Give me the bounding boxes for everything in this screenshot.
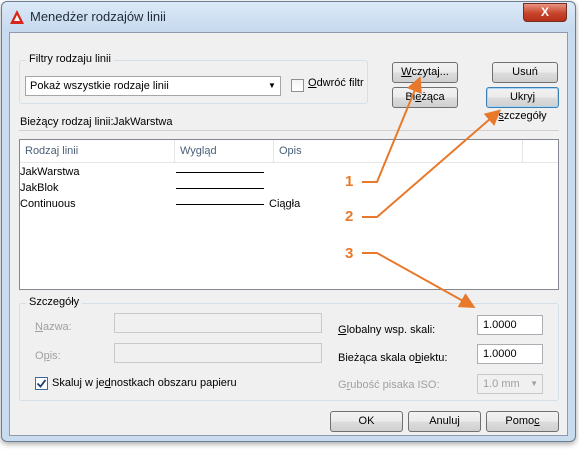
chevron-down-icon: ▼ [268,81,276,90]
description-label: Opis: [35,350,61,362]
callout-2: 2 [345,208,354,225]
autocad-logo-icon [10,10,24,24]
close-button[interactable]: X [523,3,567,22]
iso-pen-width-select[interactable]: 1.0 mm ▼ [477,374,543,394]
description-field[interactable] [114,343,322,363]
object-scale-field[interactable]: 1.0000 [477,344,543,364]
filters-group-label: Filtry rodzaju linii [26,53,114,65]
dialog-body: Filtry rodzaju linii Pokaż wszystkie rod… [9,32,568,436]
details-group-label: Szczegóły [26,296,83,308]
global-scale-label: Globalny wsp. skali: [338,324,436,336]
linetype-description: Ciągła [269,198,301,210]
column-header-linetype[interactable]: Rodzaj linii [20,140,175,163]
object-scale-label: Bieżąca skala obiektu: [338,352,448,364]
check-icon [36,379,47,388]
separator [19,130,559,131]
linetype-filter-combo[interactable]: Pokaż wszystkie rodzaje linii ▼ [25,76,281,96]
name-field[interactable] [114,313,322,333]
global-scale-field[interactable]: 1.0000 [477,315,543,335]
linetype-name: JakWarstwa [20,166,80,178]
column-header-appearance[interactable]: Wygląd [175,140,274,163]
callout-1: 1 [345,173,354,190]
list-header: Rodzaj linii Wygląd Opis [20,140,558,163]
current-linetype-label: Bieżący rodzaj linii: [20,116,114,128]
current-linetype-value: JakWarstwa [113,116,173,128]
window-title: Menedżer rodzajów linii [30,9,166,24]
help-button[interactable]: Pomoc [486,411,559,432]
title-bar[interactable]: Menedżer rodzajów linii X [2,2,575,32]
name-label: Nazwa: [35,321,72,333]
delete-button[interactable]: Usuń [492,62,558,83]
close-icon: X [540,5,549,19]
linetype-sample [176,172,264,173]
load-button[interactable]: Wczytaj... [392,62,458,83]
hide-details-button[interactable]: Ukryj szczegóły [486,87,559,122]
column-header-description[interactable]: Opis [274,140,523,163]
linetype-list[interactable]: Rodzaj linii Wygląd Opis JakWarstwa JakB… [19,139,559,290]
iso-pen-width-label: Grubość pisaka ISO: [338,379,440,391]
linetype-filter-value: Pokaż wszystkie rodzaje linii [30,80,169,92]
paper-space-units-checkbox[interactable] [35,377,48,390]
chevron-down-icon: ▼ [530,379,538,388]
invert-filter-label: Odwróć filtr [308,77,364,89]
current-button[interactable]: Bieżąca [392,87,458,108]
invert-filter-checkbox[interactable] [291,79,304,92]
linetype-sample [176,188,264,189]
linetype-name: JakBlok [20,182,59,194]
linetype-manager-dialog: Menedżer rodzajów linii X Filtry rodzaju… [1,1,576,442]
cancel-button[interactable]: Anuluj [408,411,481,432]
callout-3: 3 [345,245,354,262]
paper-space-units-label: Skaluj w jednostkach obszaru papieru [52,377,237,389]
linetype-name: Continuous [20,198,76,210]
ok-button[interactable]: OK [330,411,403,432]
linetype-sample [176,204,264,205]
